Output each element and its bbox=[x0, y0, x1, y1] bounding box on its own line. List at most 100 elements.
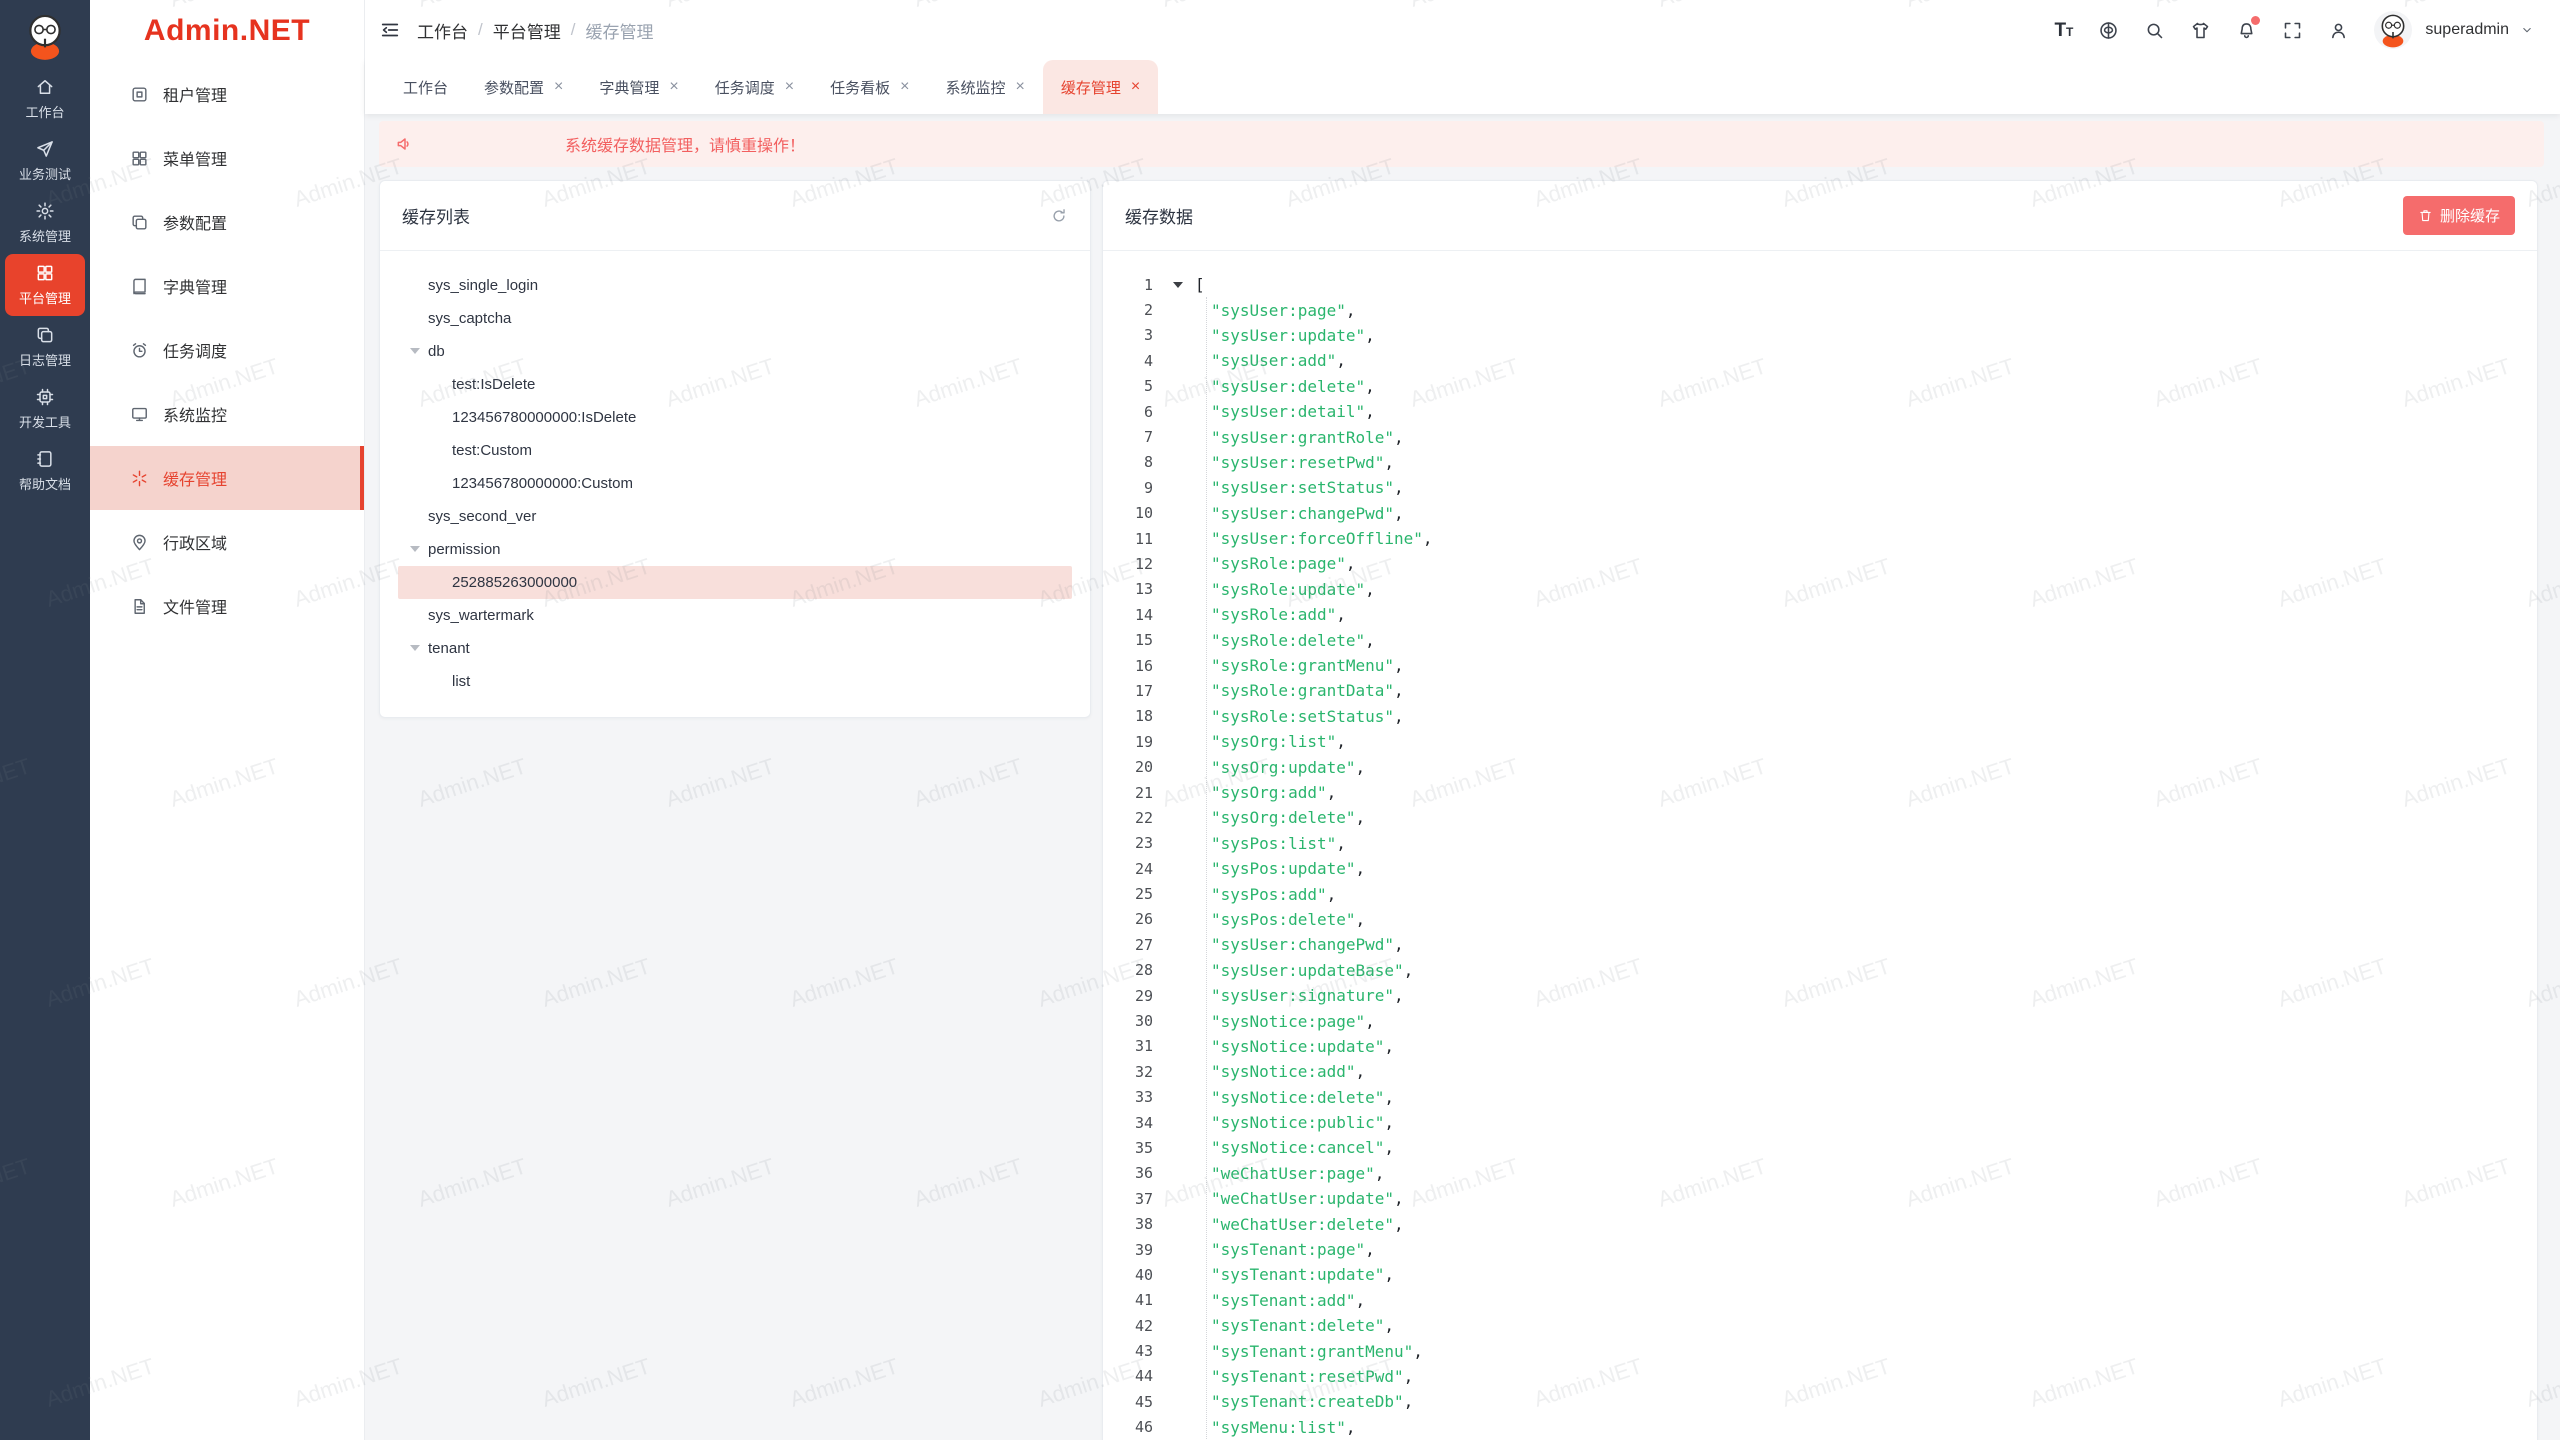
code-line: 12 "sysRole:page", bbox=[1103, 551, 2537, 576]
code-line: 27 "sysUser:changePwd", bbox=[1103, 932, 2537, 957]
close-icon[interactable]: × bbox=[900, 79, 909, 95]
close-icon[interactable]: × bbox=[669, 79, 678, 95]
book-icon bbox=[130, 277, 149, 296]
sidebar-item-6[interactable]: 缓存管理 bbox=[90, 446, 364, 510]
rail-item-4[interactable]: 日志管理 bbox=[5, 316, 85, 378]
code-token: "sysUser:signature", bbox=[1195, 986, 1404, 1005]
tree-node-11[interactable]: tenant bbox=[398, 632, 1072, 665]
line-number: 9 bbox=[1103, 479, 1153, 497]
sidebar-item-4[interactable]: 任务调度 bbox=[90, 318, 364, 382]
tree-node-9[interactable]: 252885263000000 bbox=[398, 566, 1072, 599]
breadcrumb-item[interactable]: 平台管理 bbox=[493, 18, 561, 43]
breadcrumb-item[interactable]: 工作台 bbox=[417, 18, 468, 43]
sidebar-item-8[interactable]: 文件管理 bbox=[90, 574, 364, 638]
fold-caret-icon[interactable] bbox=[1173, 282, 1183, 288]
rail-item-5[interactable]: 开发工具 bbox=[5, 378, 85, 440]
code-line: 35 "sysNotice:cancel", bbox=[1103, 1135, 2537, 1160]
profile-person-icon[interactable] bbox=[2328, 20, 2349, 41]
tab-4[interactable]: 任务看板 × bbox=[812, 60, 927, 114]
tab-1[interactable]: 参数配置 × bbox=[466, 60, 581, 114]
tree-node-6[interactable]: 123456780000000:Custom bbox=[398, 467, 1072, 500]
code-token: "weChatUser:page", bbox=[1195, 1164, 1384, 1183]
code-line: 11 "sysUser:forceOffline", bbox=[1103, 526, 2537, 551]
tree-node-12[interactable]: list bbox=[398, 665, 1072, 698]
rail-item-0[interactable]: 工作台 bbox=[5, 68, 85, 130]
line-number: 44 bbox=[1103, 1367, 1153, 1385]
delete-cache-button[interactable]: 删除缓存 bbox=[2403, 196, 2515, 235]
tree-node-8[interactable]: permission bbox=[398, 533, 1072, 566]
user-avatar[interactable] bbox=[2374, 11, 2412, 49]
close-icon[interactable]: × bbox=[785, 79, 794, 95]
chevron-down-icon[interactable] bbox=[2520, 23, 2534, 37]
font-size-icon[interactable]: TT bbox=[2054, 21, 2073, 40]
line-number: 10 bbox=[1103, 504, 1153, 522]
line-number: 3 bbox=[1103, 326, 1153, 344]
tab-3[interactable]: 任务调度 × bbox=[697, 60, 812, 114]
tree-node-4[interactable]: 123456780000000:IsDelete bbox=[398, 401, 1072, 434]
sidebar-item-3[interactable]: 字典管理 bbox=[90, 254, 364, 318]
alarm-clock-icon bbox=[130, 341, 149, 360]
tab-5[interactable]: 系统监控 × bbox=[927, 60, 1042, 114]
tree-node-10[interactable]: sys_wartermark bbox=[398, 599, 1072, 632]
caret-down-icon[interactable] bbox=[410, 348, 420, 354]
code-line: 26 "sysPos:delete", bbox=[1103, 907, 2537, 932]
close-icon[interactable]: × bbox=[554, 79, 563, 95]
close-icon[interactable]: × bbox=[1131, 79, 1140, 95]
notification-bell-icon[interactable] bbox=[2236, 20, 2257, 41]
tree-node-5[interactable]: test:Custom bbox=[398, 434, 1072, 467]
gear-icon bbox=[35, 201, 55, 221]
cache-list-panel: 缓存列表 sys_single_login sys_captcha db tes… bbox=[379, 180, 1091, 718]
speaker-icon bbox=[395, 134, 415, 154]
rail-item-1[interactable]: 业务测试 bbox=[5, 130, 85, 192]
sidebar-item-7[interactable]: 行政区域 bbox=[90, 510, 364, 574]
breadcrumb: 工作台 / 平台管理 / 缓存管理 bbox=[417, 18, 653, 43]
code-line: 45 "sysTenant:createDb", bbox=[1103, 1389, 2537, 1414]
sidebar-item-2[interactable]: 参数配置 bbox=[90, 190, 364, 254]
code-line: 39 "sysTenant:page", bbox=[1103, 1237, 2537, 1262]
tree-node-3[interactable]: test:IsDelete bbox=[398, 368, 1072, 401]
rail-item-label: 日志管理 bbox=[19, 350, 71, 369]
username[interactable]: superadmin bbox=[2425, 21, 2509, 39]
rail-item-3[interactable]: 平台管理 bbox=[5, 254, 85, 316]
sidebar-item-0[interactable]: 租户管理 bbox=[90, 62, 364, 126]
code-line: 6 "sysUser:detail", bbox=[1103, 399, 2537, 424]
tree-node-2[interactable]: db bbox=[398, 335, 1072, 368]
line-number: 28 bbox=[1103, 961, 1153, 979]
tab-6[interactable]: 缓存管理 × bbox=[1043, 60, 1158, 114]
line-number: 6 bbox=[1103, 403, 1153, 421]
breadcrumb-current: 缓存管理 bbox=[585, 18, 653, 43]
tab-label: 参数配置 bbox=[484, 77, 544, 98]
sidebar-item-5[interactable]: 系统监控 bbox=[90, 382, 364, 446]
sidebar-item-1[interactable]: 菜单管理 bbox=[90, 126, 364, 190]
theme-shirt-icon[interactable] bbox=[2190, 20, 2211, 41]
code-line: 18 "sysRole:setStatus", bbox=[1103, 704, 2537, 729]
tree-node-label: permission bbox=[428, 541, 501, 558]
breadcrumb-separator: / bbox=[571, 20, 576, 40]
code-token: "sysNotice:update", bbox=[1195, 1037, 1394, 1056]
code-line: 40 "sysTenant:update", bbox=[1103, 1262, 2537, 1287]
rail-item-2[interactable]: 系统管理 bbox=[5, 192, 85, 254]
caret-down-icon[interactable] bbox=[410, 546, 420, 552]
tree-node-1[interactable]: sys_captcha bbox=[398, 302, 1072, 335]
close-icon[interactable]: × bbox=[1015, 79, 1024, 95]
sidebar-item-label: 系统监控 bbox=[163, 402, 227, 426]
language-icon[interactable] bbox=[2098, 20, 2119, 41]
tab-2[interactable]: 字典管理 × bbox=[581, 60, 696, 114]
tree-node-0[interactable]: sys_single_login bbox=[398, 269, 1072, 302]
tree-node-label: test:IsDelete bbox=[452, 376, 535, 393]
line-number: 26 bbox=[1103, 910, 1153, 928]
rail-item-6[interactable]: 帮助文档 bbox=[5, 440, 85, 502]
code-token: "sysRole:delete", bbox=[1195, 631, 1375, 650]
caret-down-icon[interactable] bbox=[410, 645, 420, 651]
tree-node-7[interactable]: sys_second_ver bbox=[398, 500, 1072, 533]
page-tabs: 工作台 参数配置 × 字典管理 × 任务调度 × 任务看板 × 系统监控 × 缓… bbox=[365, 60, 2560, 114]
sidebar-collapse-icon[interactable] bbox=[379, 19, 401, 41]
tree-node-label: 123456780000000:IsDelete bbox=[452, 409, 636, 426]
search-icon[interactable] bbox=[2144, 20, 2165, 41]
refresh-icon[interactable] bbox=[1050, 207, 1068, 225]
line-number: 17 bbox=[1103, 682, 1153, 700]
fullscreen-icon[interactable] bbox=[2282, 20, 2303, 41]
code-token: "sysTenant:update", bbox=[1195, 1265, 1394, 1284]
tab-0[interactable]: 工作台 bbox=[385, 60, 466, 114]
code-token: "sysUser:delete", bbox=[1195, 377, 1375, 396]
